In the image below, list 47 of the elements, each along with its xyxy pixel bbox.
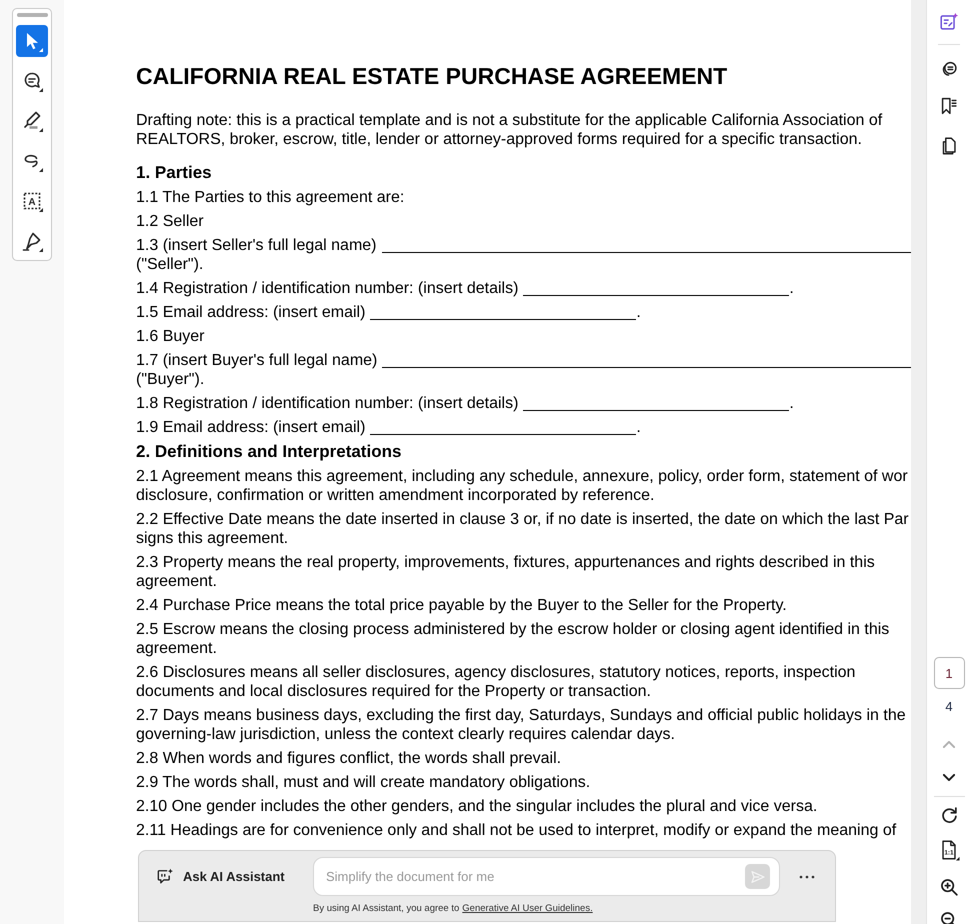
select-tool-button[interactable]: [16, 25, 48, 57]
fill-in-line[interactable]: [382, 366, 911, 368]
document-title: CALIFORNIA REAL ESTATE PURCHASE AGREEMENT: [136, 63, 728, 90]
assistant-title: Ask AI Assistant: [183, 868, 285, 886]
clause-text: ("Seller").: [136, 254, 204, 274]
disclaimer-text: By using AI Assistant, you agree to Generative AI User Guidelines.: [313, 903, 593, 914]
section-heading: 2. Definitions and Interpretations: [136, 442, 402, 462]
clause-text: .: [636, 302, 641, 322]
page-number-field[interactable]: 1: [934, 657, 964, 689]
clause-text: .: [789, 394, 794, 412]
clause-text: 2.9 The words shall, must and will create mandatory obligations.: [136, 772, 590, 792]
clause-text: 2.6 Disclosures means all seller disclosures, agency disclosures, statutory notices, reports, inspection documents and local disclosures required for the Property or transaction.: [136, 662, 856, 700]
prompt-field[interactable]: Simplify the document for me: [313, 857, 780, 896]
clause-text: 2.7 Days means business days, excluding the first day, Saturdays, Sundays and official public holidays in the governing-law jurisdiction, unless the context clearly requires calendar days.: [136, 706, 906, 744]
fill-in-line[interactable]: [523, 294, 790, 296]
more-icon: [799, 874, 815, 878]
drafting-note-text: Drafting note: this is a practical template and is not a substitute for the applicable California Association of REALTORS, broker, escrow, title, lender or attorney-approved forms required for a specific transaction.: [136, 111, 882, 149]
clause-text: 1.1 The Parties to this agreement are:: [136, 188, 404, 206]
clause-text: 1.5 Email address: (insert email): [136, 302, 366, 322]
send-icon: [750, 868, 766, 884]
fill-in-line[interactable]: [370, 318, 636, 320]
clause-text: 2.4 Purchase Price means the total price payable by the Buyer to the Seller for the Property.: [136, 596, 787, 614]
clause-text: 2.11 Headings are for convenience only and shall not be used to interpret, modify or expand the meaning of: [136, 820, 896, 840]
chevron-down-icon: [943, 774, 955, 780]
clause-text: 2.5 Escrow means the closing process administered by the escrow holder or closing agent identified in this agreement.: [136, 620, 890, 658]
section-heading: 1. Parties: [136, 162, 212, 182]
ai-chat-icon: [155, 866, 175, 886]
clause-text: 1.8 Registration / identification number: (insert details): [136, 394, 518, 412]
clause-text: 1.7 (insert Buyer's full legal name): [136, 350, 378, 370]
clause-text: 2.10 One gender includes the other genders, and the singular includes the plural and vice versa.: [136, 796, 818, 816]
clause-text: 1.4 Registration / identification number: (insert details): [136, 278, 518, 298]
clause-text: ("Buyer").: [136, 370, 204, 388]
clause-text: 2.3 Property means the real property, improvements, fixtures, appurtenances and rights described in this agreement.: [136, 552, 875, 590]
clause-text: 2.2 Effective Date means the date inserted in clause 3 or, if no date is inserted, the date on which the last Par signs this agreement.: [136, 510, 909, 548]
clause-text: 2.8 When words and figures conflict, the words shall prevail.: [136, 748, 562, 768]
clause-text: .: [636, 418, 641, 436]
clause-text: 1.9 Email address: (insert email): [136, 418, 366, 436]
guidelines-link[interactable]: Generative AI User Guidelines.: [462, 903, 593, 914]
clause-text: 2.1 Agreement means this agreement, including any schedule, annexure, policy, order form, statement of wor disclosure, confirmation or written amendment incorporated by reference.: [136, 466, 908, 504]
clause-text: 1.3 (insert Seller's full legal name): [136, 236, 376, 254]
page-count-text: 4: [945, 699, 953, 715]
clause-text: 1.6 Buyer: [136, 326, 204, 346]
clause-text: 1.2 Seller: [136, 212, 204, 230]
clause-text: .: [789, 278, 794, 298]
drag-handle[interactable]: [16, 13, 48, 17]
zoom-in-icon: [938, 876, 960, 898]
chevron-up-icon: [943, 740, 955, 748]
